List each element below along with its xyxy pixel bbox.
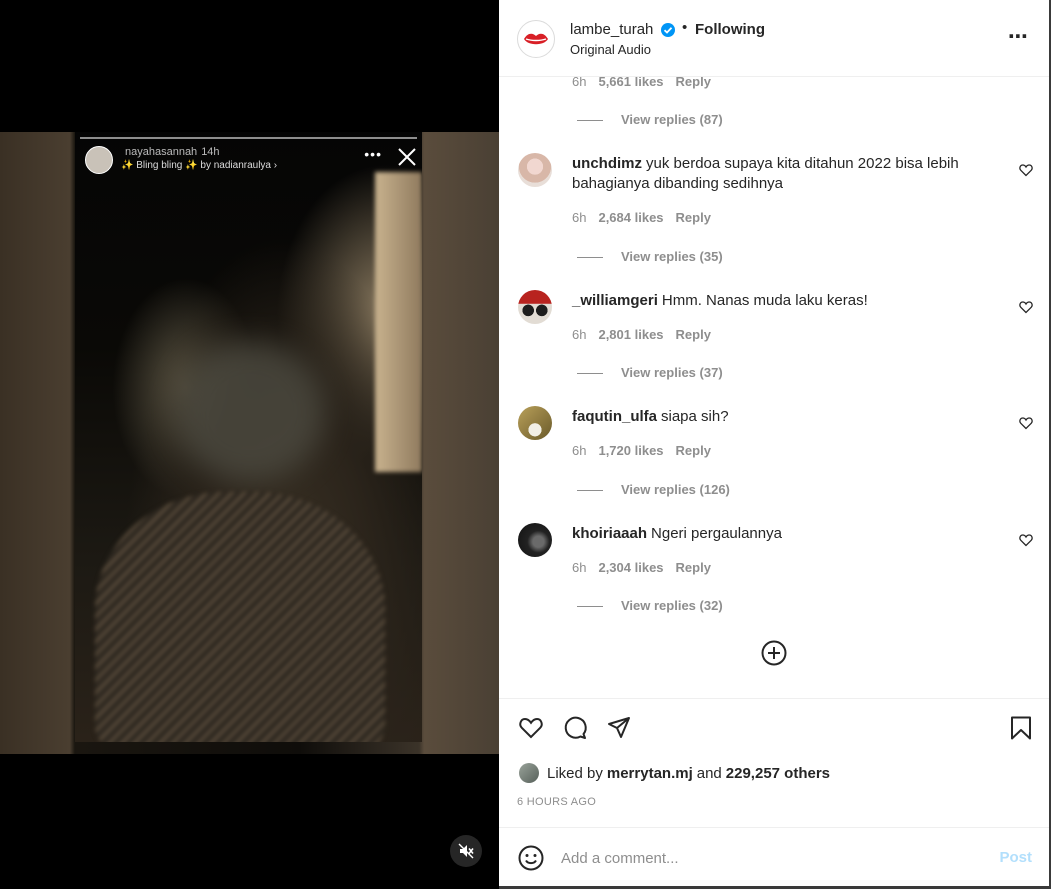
owner-username[interactable]: lambe_turah bbox=[570, 21, 653, 38]
like-comment-heart-icon[interactable] bbox=[1019, 163, 1033, 177]
comment-body: unchdimz yuk berdoa supaya kita ditahun 2… bbox=[572, 154, 992, 194]
comment-text: Hmm. Nanas muda laku keras! bbox=[661, 292, 868, 309]
comment-meta: 6h 2,801 likes Reply bbox=[572, 327, 711, 342]
add-comment-bar: Post bbox=[499, 827, 1049, 887]
view-replies-button[interactable]: View replies (35) bbox=[577, 249, 723, 264]
liked-by: Liked by merrytan.mj and 229,257 others bbox=[519, 763, 834, 783]
story-username: nayahasannah 14h bbox=[125, 146, 220, 158]
reply-button[interactable]: Reply bbox=[676, 210, 711, 225]
comment-username[interactable]: khoiriaaah bbox=[572, 525, 647, 542]
more-options-icon[interactable]: ⋯ bbox=[1008, 24, 1029, 49]
reply-button[interactable]: Reply bbox=[676, 77, 711, 89]
comment-body: faqutin_ulfa siapa sih? bbox=[572, 407, 992, 427]
media-viewer[interactable]: nayahasannah 14h ✨ Bling bling ✨ by nadia… bbox=[0, 0, 499, 889]
lips-logo-icon bbox=[524, 33, 548, 45]
emoji-icon[interactable] bbox=[518, 845, 544, 871]
comment-meta: 6h 5,661 likes Reply bbox=[572, 77, 711, 89]
verified-icon bbox=[661, 23, 675, 37]
comment-meta: 6h 1,720 likes Reply bbox=[572, 443, 711, 458]
story-video[interactable]: nayahasannah 14h ✨ Bling bling ✨ by nadia… bbox=[75, 132, 422, 742]
story-music: ✨ Bling bling ✨ by nadianraulya › bbox=[121, 160, 278, 171]
liked-by-conj: and bbox=[696, 764, 722, 782]
commenter-avatar[interactable] bbox=[518, 290, 552, 324]
comment-text: siapa sih? bbox=[661, 408, 729, 425]
bookmark-icon[interactable] bbox=[1008, 715, 1034, 741]
comment-body: khoiriaaah Ngeri pergaulannya bbox=[572, 524, 992, 544]
view-replies-button[interactable]: View replies (87) bbox=[577, 112, 723, 127]
post-button[interactable]: Post bbox=[999, 849, 1032, 866]
video-scene-scarf bbox=[95, 492, 385, 742]
comment-username[interactable]: unchdimz bbox=[572, 155, 642, 172]
comment-meta: 6h 2,684 likes Reply bbox=[572, 210, 711, 225]
likes-count[interactable]: 2,684 likes bbox=[598, 210, 663, 225]
plus-circle-icon[interactable] bbox=[761, 640, 787, 666]
likes-count[interactable]: 2,801 likes bbox=[598, 327, 663, 342]
reply-button[interactable]: Reply bbox=[676, 560, 711, 575]
view-replies-button[interactable]: View replies (37) bbox=[577, 365, 723, 380]
mute-icon bbox=[458, 843, 474, 859]
post-actions: Liked by merrytan.mj and 229,257 others … bbox=[499, 698, 1049, 827]
separator-dot: • bbox=[682, 19, 688, 36]
post-panel: lambe_turah • Following Original Audio ⋯… bbox=[499, 0, 1049, 886]
comment-icon[interactable] bbox=[562, 715, 588, 741]
comment-list[interactable]: 6h 5,661 likes Reply View replies (87) unc… bbox=[499, 77, 1049, 697]
commenter-avatar[interactable] bbox=[518, 523, 552, 557]
reply-button[interactable]: Reply bbox=[676, 327, 711, 342]
comment-username[interactable]: _williamgeri bbox=[572, 292, 658, 309]
like-comment-heart-icon[interactable] bbox=[1019, 300, 1033, 314]
video-scene-person bbox=[175, 342, 325, 482]
owner-avatar[interactable] bbox=[517, 20, 555, 58]
heart-icon[interactable] bbox=[518, 715, 544, 741]
like-comment-heart-icon[interactable] bbox=[1019, 416, 1033, 430]
likes-count[interactable]: 2,304 likes bbox=[598, 560, 663, 575]
comment-input[interactable] bbox=[559, 844, 963, 872]
view-replies-button[interactable]: View replies (32) bbox=[577, 598, 723, 613]
mute-button[interactable] bbox=[450, 835, 482, 867]
reply-button[interactable]: Reply bbox=[676, 443, 711, 458]
story-more-icon: ••• bbox=[364, 146, 382, 162]
likes-others-count[interactable]: 229,257 others bbox=[726, 765, 830, 782]
commenter-avatar[interactable] bbox=[518, 153, 552, 187]
comment-meta: 6h 2,304 likes Reply bbox=[572, 560, 711, 575]
original-audio-link[interactable]: Original Audio bbox=[570, 42, 651, 57]
comment-text: Ngeri pergaulannya bbox=[651, 525, 782, 542]
liker-avatar[interactable] bbox=[519, 763, 539, 783]
commenter-avatar[interactable] bbox=[518, 406, 552, 440]
liked-by-prefix: Liked by bbox=[547, 764, 603, 782]
story-avatar bbox=[85, 146, 113, 174]
likes-count[interactable]: 5,661 likes bbox=[598, 77, 663, 89]
comment-username[interactable]: faqutin_ulfa bbox=[572, 408, 657, 425]
story-progress-bar bbox=[80, 137, 417, 139]
share-icon[interactable] bbox=[606, 715, 632, 741]
likes-count[interactable]: 1,720 likes bbox=[598, 443, 663, 458]
close-icon bbox=[398, 148, 416, 166]
post-header: lambe_turah • Following Original Audio ⋯ bbox=[499, 0, 1049, 77]
video-scene-wall bbox=[375, 172, 422, 472]
liker-username[interactable]: merrytan.mj bbox=[607, 765, 693, 782]
view-replies-button[interactable]: View replies (126) bbox=[577, 482, 730, 497]
comment-body: _williamgeri Hmm. Nanas muda laku keras! bbox=[572, 291, 992, 311]
following-button[interactable]: Following bbox=[695, 21, 765, 38]
like-comment-heart-icon[interactable] bbox=[1019, 533, 1033, 547]
post-timestamp[interactable]: 6 HOURS AGO bbox=[517, 796, 596, 808]
